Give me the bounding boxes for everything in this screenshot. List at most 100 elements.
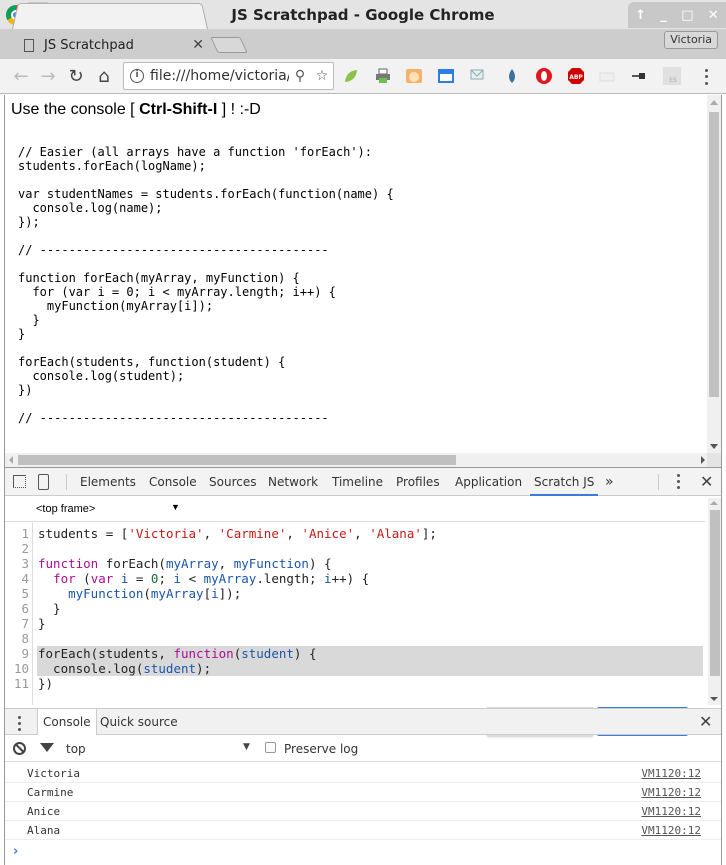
code-text[interactable]: myFunction(myArray[i]);: [37, 586, 705, 601]
code-line[interactable]: 11}): [5, 676, 705, 691]
code-line[interactable]: 1 students = ['Victoria', 'Carmine', 'Ani…: [5, 526, 705, 541]
devtools-close-icon[interactable]: ✕: [700, 472, 713, 491]
code-line[interactable]: 3 function forEach(myArray, myFunction) {: [5, 556, 705, 571]
code-editor[interactable]: 1 students = ['Victoria', 'Carmine', 'Ani…: [5, 523, 705, 736]
profile-button[interactable]: Victoria: [664, 31, 718, 49]
code-line[interactable]: 7}: [5, 616, 705, 631]
window-controls: ↑ _ □ ✕: [628, 2, 726, 28]
line-number: 8: [21, 631, 29, 646]
card-icon[interactable]: [599, 67, 617, 85]
reload-icon[interactable]: ↻: [65, 66, 87, 87]
adblock-icon[interactable]: ABP: [567, 67, 585, 85]
drop-icon[interactable]: [503, 67, 521, 85]
code-text[interactable]: forEach(students, function(student) {: [37, 646, 705, 661]
code-text[interactable]: console.log(student);: [37, 661, 705, 676]
inspect-element-icon[interactable]: [13, 475, 26, 488]
drawer-tabbar: Console Quick source ✕: [5, 708, 721, 735]
leaf-icon[interactable]: [342, 67, 360, 85]
code-text[interactable]: }): [37, 676, 705, 691]
console-source-link[interactable]: VM1120:12: [641, 805, 701, 818]
code-text[interactable]: for (var i = 0; i < myArray.length; i++)…: [37, 571, 705, 586]
context-selector[interactable]: top: [66, 742, 86, 756]
code-text[interactable]: }: [37, 616, 705, 631]
dropdown-arrow-icon[interactable]: ▼: [171, 502, 180, 512]
opera-icon[interactable]: [535, 67, 553, 85]
tab-close-icon[interactable]: ✕: [192, 37, 204, 53]
scroll-down-icon[interactable]: [710, 444, 718, 449]
home-icon[interactable]: ⌂: [93, 66, 115, 87]
code-text[interactable]: students = ['Victoria', 'Carmine', 'Anic…: [37, 526, 705, 541]
devtools-menu-icon[interactable]: [677, 474, 680, 489]
devtools-tab-sources[interactable]: Sources: [209, 468, 256, 496]
pin-icon[interactable]: [631, 67, 649, 85]
svg-text:ES: ES: [669, 77, 677, 84]
devtools-tab-network[interactable]: Network: [268, 468, 318, 496]
console-message-text: Carmine: [27, 786, 74, 799]
close-icon[interactable]: ✕: [708, 8, 719, 23]
window-icon[interactable]: [437, 67, 455, 85]
url-text[interactable]: file:///home/victoria/p: [150, 68, 289, 84]
browser-tab[interactable]: [12, 2, 208, 29]
scroll-up-icon[interactable]: [710, 501, 718, 505]
code-line[interactable]: 5 myFunction(myArray[i]);: [5, 586, 705, 601]
mail-icon[interactable]: [469, 67, 487, 85]
drawer-tab-console[interactable]: Console: [37, 709, 97, 735]
scroll-up-icon[interactable]: [710, 100, 718, 105]
code-line[interactable]: 4 for (var i = 0; i < myArray.length; i+…: [5, 571, 705, 586]
shade-icon[interactable]: ↑: [635, 8, 646, 23]
more-tabs-icon[interactable]: »: [605, 474, 614, 490]
editor-vertical-scrollbar[interactable]: [708, 498, 721, 705]
dropdown-arrow-icon[interactable]: ▼: [243, 742, 250, 752]
console-source-link[interactable]: VM1120:12: [641, 786, 701, 799]
frame-selector[interactable]: <top frame> ▼: [5, 497, 705, 522]
forward-icon[interactable]: →: [37, 66, 59, 87]
code-line[interactable]: 8: [5, 631, 705, 646]
zoom-icon[interactable]: ⚲: [289, 68, 311, 84]
code-line[interactable]: 9 forEach(students, function(student) {: [5, 646, 705, 661]
scroll-thumb[interactable]: [709, 112, 719, 397]
scroll-thumb[interactable]: [18, 455, 456, 465]
frame-selector-value[interactable]: <top frame>: [36, 503, 95, 515]
preserve-log-label[interactable]: Preserve log: [284, 742, 358, 756]
devtools-tab-console[interactable]: Console: [149, 468, 197, 496]
scroll-down-icon[interactable]: [710, 697, 718, 701]
browser-tab-content[interactable]: JS Scratchpad ✕: [24, 33, 204, 57]
devtools-tab-application[interactable]: Application: [455, 468, 522, 496]
scroll-right-icon[interactable]: [701, 456, 705, 464]
code-text[interactable]: function forEach(myArray, myFunction) {: [37, 556, 705, 571]
chrome-menu-icon[interactable]: [700, 67, 712, 87]
maximize-icon[interactable]: □: [681, 8, 693, 23]
code-line[interactable]: 6 }: [5, 601, 705, 616]
code-line[interactable]: 10 console.log(student);: [5, 661, 705, 676]
es-icon[interactable]: ES: [663, 67, 681, 85]
filter-icon[interactable]: [40, 743, 54, 752]
scroll-thumb[interactable]: [710, 510, 720, 676]
page-vertical-scrollbar[interactable]: [707, 95, 721, 453]
cat-icon[interactable]: [405, 67, 423, 85]
print-icon[interactable]: [374, 67, 392, 85]
devtools-tab-profiles[interactable]: Profiles: [396, 468, 440, 496]
info-icon[interactable]: i: [130, 69, 144, 83]
scroll-left-icon[interactable]: [9, 456, 13, 464]
page-viewport: Use the console [ Ctrl-Shift-I ] ! :-D /…: [4, 95, 722, 467]
devtools-tab-scratch-js[interactable]: Scratch JS: [530, 468, 599, 496]
code-text[interactable]: }: [37, 601, 705, 616]
console-source-link[interactable]: VM1120:12: [641, 767, 701, 780]
minimize-icon[interactable]: _: [660, 8, 667, 23]
code-line[interactable]: 2: [5, 541, 705, 556]
page-horizontal-scrollbar[interactable]: [5, 453, 709, 467]
bookmark-star-icon[interactable]: ☆: [311, 68, 333, 84]
back-icon[interactable]: ←: [10, 66, 32, 87]
preserve-log-checkbox[interactable]: [265, 742, 276, 753]
console-prompt[interactable]: ›: [13, 844, 18, 859]
drawer-menu-icon[interactable]: [18, 716, 21, 731]
devtools-tab-timeline[interactable]: Timeline: [332, 468, 383, 496]
devtools-tab-elements[interactable]: Elements: [80, 468, 136, 496]
clear-console-icon[interactable]: [13, 742, 26, 755]
address-bar[interactable]: i file:///home/victoria/p ⚲ ☆: [123, 62, 334, 90]
console-message: Victoria VM1120:12: [5, 764, 721, 783]
console-source-link[interactable]: VM1120:12: [641, 824, 701, 837]
drawer-tab-quick-source[interactable]: Quick source: [96, 709, 182, 735]
drawer-close-icon[interactable]: ✕: [699, 712, 712, 731]
device-toolbar-icon[interactable]: [38, 474, 49, 490]
